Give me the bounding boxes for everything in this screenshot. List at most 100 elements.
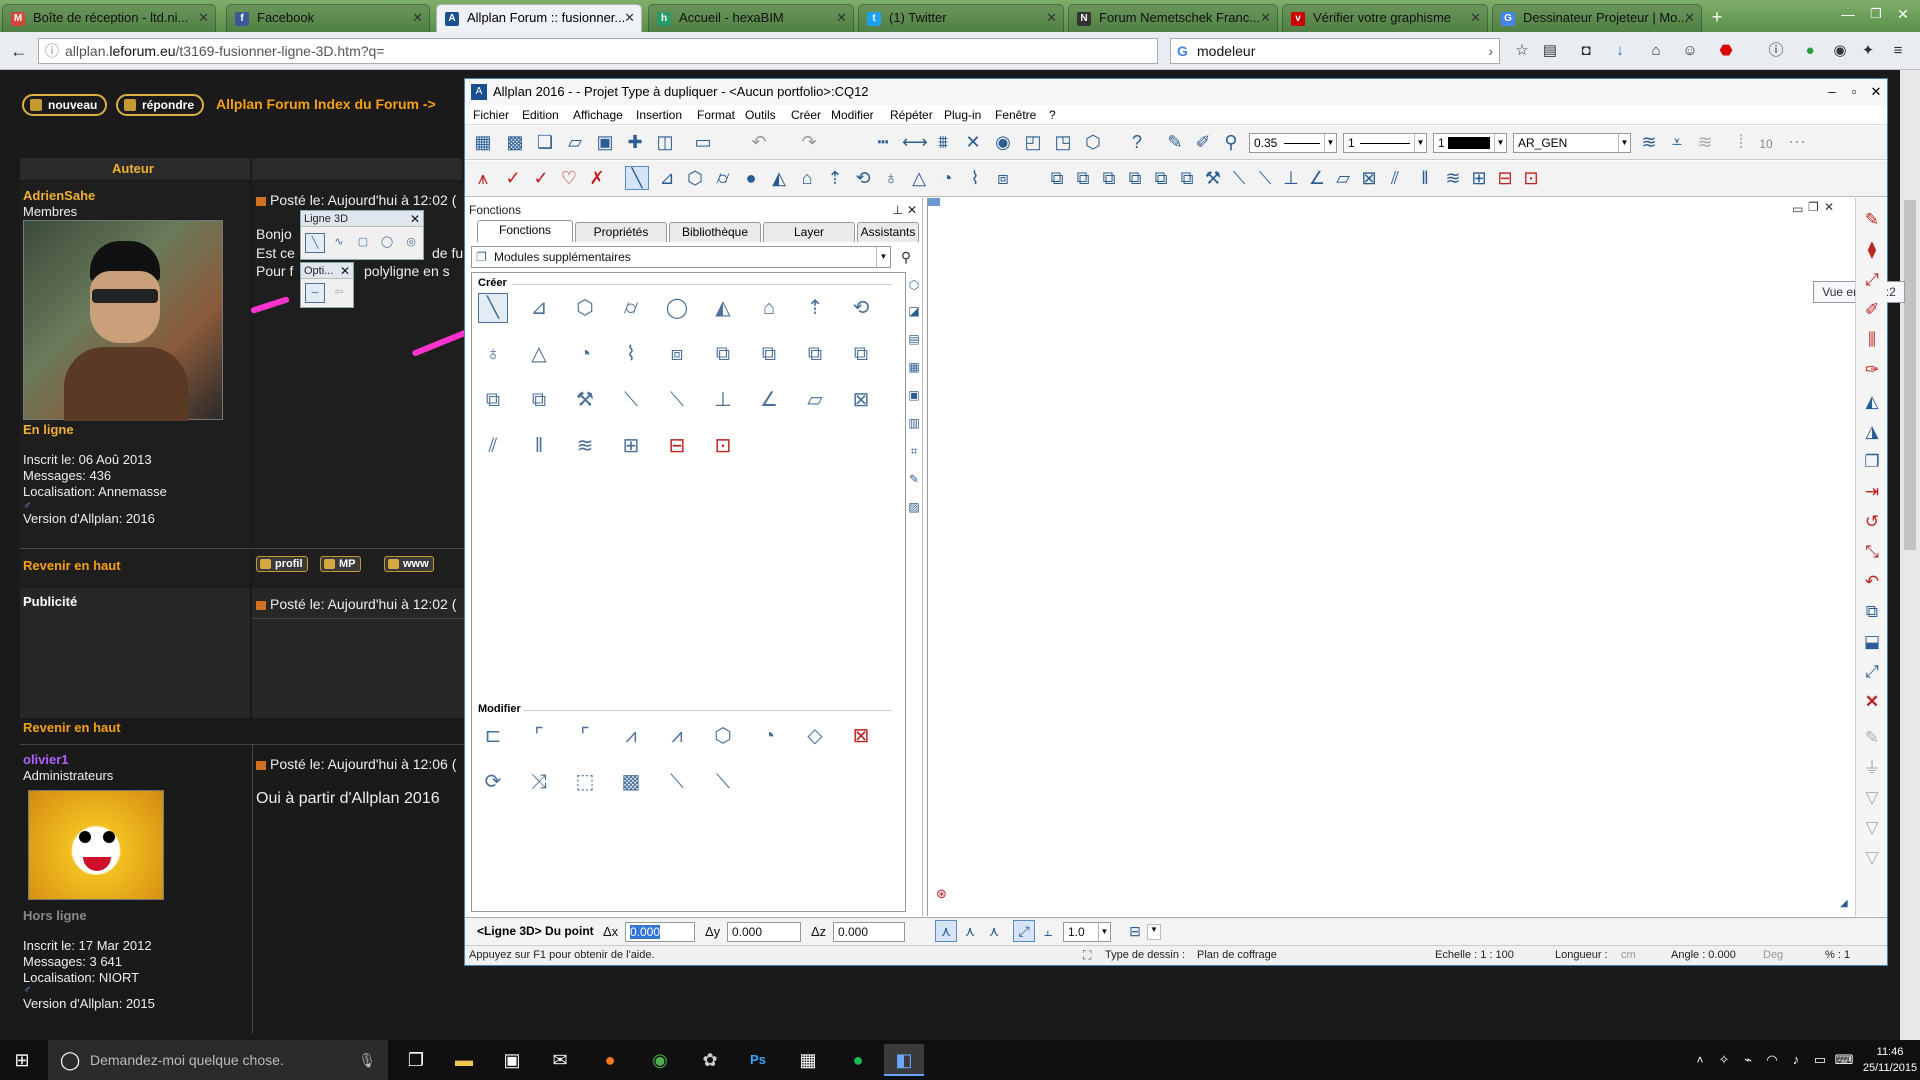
maximize-button[interactable]: ❐ (1864, 2, 1888, 26)
roof-icon[interactable]: ⌂ (754, 293, 784, 323)
battery-icon[interactable]: ▭ (1808, 1044, 1832, 1076)
pen-grey-icon[interactable]: ✎ (1860, 726, 1884, 750)
layers-stack-icon[interactable]: ≋ (1441, 166, 1465, 190)
task-view-icon[interactable]: ❐ (396, 1044, 436, 1076)
scale-select[interactable]: 1.0 ▼ (1063, 922, 1111, 942)
slice-icon[interactable]: ⫽ (1383, 166, 1407, 190)
heart-red-icon[interactable]: ♡ (557, 166, 581, 190)
trim-icon[interactable]: ⟍ (616, 385, 646, 415)
table-icon[interactable]: ▤ (907, 330, 921, 348)
funnel-minus-icon[interactable]: ▽ (1860, 846, 1884, 870)
module-select[interactable]: ❐ Modules supplémentaires ▼ (471, 246, 891, 268)
puzzle-icon[interactable]: ✦ (1858, 41, 1878, 61)
close-icon[interactable]: ✕ (1046, 5, 1057, 31)
arrow-left-icon[interactable]: ⇦ (329, 283, 349, 303)
move-icon[interactable]: ⇥ (1860, 480, 1884, 504)
new-file-icon[interactable]: ❏ (533, 130, 557, 154)
brush-icon[interactable]: ✑ (1860, 358, 1884, 382)
convert-3d-icon[interactable]: ⟍ (708, 767, 738, 797)
chevron-up-icon[interactable]: ˄ (1688, 1044, 1712, 1076)
menu-fenetre[interactable]: Fenêtre (995, 107, 1036, 123)
tab-proprietes[interactable]: Propriétés (575, 222, 667, 242)
cortana-search[interactable]: ◯ Demandez-moi quelque chose. 🎙 (48, 1040, 388, 1080)
print-icon[interactable]: ▭ (691, 130, 715, 154)
sphere-icon[interactable]: ● (739, 166, 763, 190)
chrome-icon[interactable]: ◉ (640, 1044, 680, 1076)
tab-google[interactable]: G Dessinateur Projeteur | Mo... ✕ (1492, 4, 1702, 32)
eraser-icon[interactable]: ⧫ (1860, 238, 1884, 262)
pen-settings-icon[interactable]: ✎ (1163, 130, 1187, 154)
pyramid-icon[interactable]: △ (524, 339, 554, 369)
split-icon[interactable]: ⧉ (846, 339, 876, 369)
line-type-select[interactable]: 1 ▼ (1343, 133, 1427, 153)
circle-icon[interactable]: ◯ (377, 233, 397, 253)
new-tab-button[interactable]: + (1706, 6, 1728, 28)
close-icon[interactable]: ✕ (1470, 5, 1481, 31)
angle-icon[interactable]: ∠ (1305, 166, 1329, 190)
status-length-unit[interactable]: cm (1621, 949, 1636, 961)
rotate-icon[interactable]: ⟲ (851, 166, 875, 190)
layer-down-icon[interactable]: ⩡ (1665, 130, 1689, 154)
rotate-icon[interactable]: ↺ (1860, 510, 1884, 534)
loft-icon[interactable]: ♁ (879, 166, 903, 190)
axis-icon[interactable]: ⋏ (959, 920, 981, 942)
dropbox-icon[interactable]: ✧ (1712, 1044, 1736, 1076)
pyramid-icon[interactable]: △ (907, 166, 931, 190)
preview-icon[interactable]: ◫ (653, 130, 677, 154)
stretch-icon[interactable]: ⤢ (1860, 268, 1884, 292)
image-icon[interactable]: ▨ (907, 498, 921, 516)
parallel-icon[interactable]: ‖ (524, 431, 554, 461)
pattern-icon[interactable]: ⁞ (1729, 130, 1753, 154)
tab-bibliotheque[interactable]: Bibliothèque (669, 222, 761, 242)
scrollbar-thumb[interactable] (1904, 200, 1916, 550)
parallel-icon[interactable]: ‖ (1413, 166, 1437, 190)
point-snap-icon[interactable]: ⋏ (935, 920, 957, 942)
trim-icon[interactable]: ⟍ (1227, 166, 1251, 190)
align-icon[interactable]: ⊞ (1467, 166, 1491, 190)
undo-icon[interactable]: ↶ (747, 130, 771, 154)
modify-points-icon[interactable]: ⩘ (662, 721, 692, 751)
polyline-icon[interactable]: ∿ (329, 233, 349, 253)
plus-icon[interactable]: ✚ (623, 130, 647, 154)
new-topic-button[interactable]: nouveau (22, 94, 108, 116)
layer-stack-icon[interactable]: ≋ (1637, 130, 1661, 154)
close-icon[interactable]: ✕ (624, 5, 635, 31)
close-icon[interactable]: ✕ (1260, 5, 1271, 31)
arrow-right-icon[interactable]: › (1488, 39, 1493, 63)
usb-icon[interactable]: ⌁ (1736, 1044, 1760, 1076)
menu-insertion[interactable]: Insertion (636, 107, 682, 123)
pen-icon[interactable]: ✐ (1860, 298, 1884, 322)
filter-icon[interactable]: ⏚ (1860, 756, 1884, 780)
cube-icon[interactable]: ⬡ (907, 276, 921, 294)
download-icon[interactable]: ↓ (1610, 41, 1630, 61)
viewport-close-button[interactable]: ✕ (1824, 200, 1834, 214)
mail-icon[interactable]: ✉ (540, 1044, 580, 1076)
eyedropper-icon[interactable]: ⚲ (1219, 130, 1243, 154)
rotate-icon[interactable]: ⟲ (846, 293, 876, 323)
layer-icon[interactable]: ◪ (907, 302, 921, 320)
star-icon[interactable]: ☆ (1512, 41, 1532, 61)
open-icon[interactable]: ▱ (563, 130, 587, 154)
breadcrumb[interactable]: Allplan Forum Index du Forum -> (216, 96, 436, 112)
perpendicular-icon[interactable]: ⊥ (708, 385, 738, 415)
menu-icon[interactable]: ≡ (1888, 41, 1908, 61)
page-scrollbar[interactable] (1900, 70, 1920, 1040)
trim-double-icon[interactable]: ⟍ (662, 385, 692, 415)
menu-format[interactable]: Format (697, 107, 735, 123)
cut-icon[interactable]: ⧉ (1175, 166, 1199, 190)
copy-along-icon[interactable]: ⧉ (1860, 600, 1884, 624)
line-3d-icon[interactable]: ╲ (478, 293, 508, 323)
round-corner-icon[interactable]: ⌜ (524, 721, 554, 751)
target-icon[interactable]: ⊛ (936, 886, 947, 902)
join-red-icon[interactable]: ⊟ (662, 431, 692, 461)
private-message-button[interactable]: MP (320, 556, 361, 572)
align-icon[interactable]: ⊞ (616, 431, 646, 461)
pencil-icon[interactable]: ✐ (1191, 130, 1215, 154)
pin-icon[interactable]: ⊥ (893, 202, 903, 218)
app-icon[interactable]: ✿ (690, 1044, 730, 1076)
frames-icon[interactable]: ◳ (1051, 130, 1075, 154)
allplan-taskbar-icon[interactable]: ◧ (884, 1044, 924, 1076)
rotate-solid-icon[interactable]: ⟳ (478, 767, 508, 797)
plane-icon[interactable]: ▱ (800, 385, 830, 415)
reading-list-icon[interactable]: ▤ (1540, 41, 1560, 61)
